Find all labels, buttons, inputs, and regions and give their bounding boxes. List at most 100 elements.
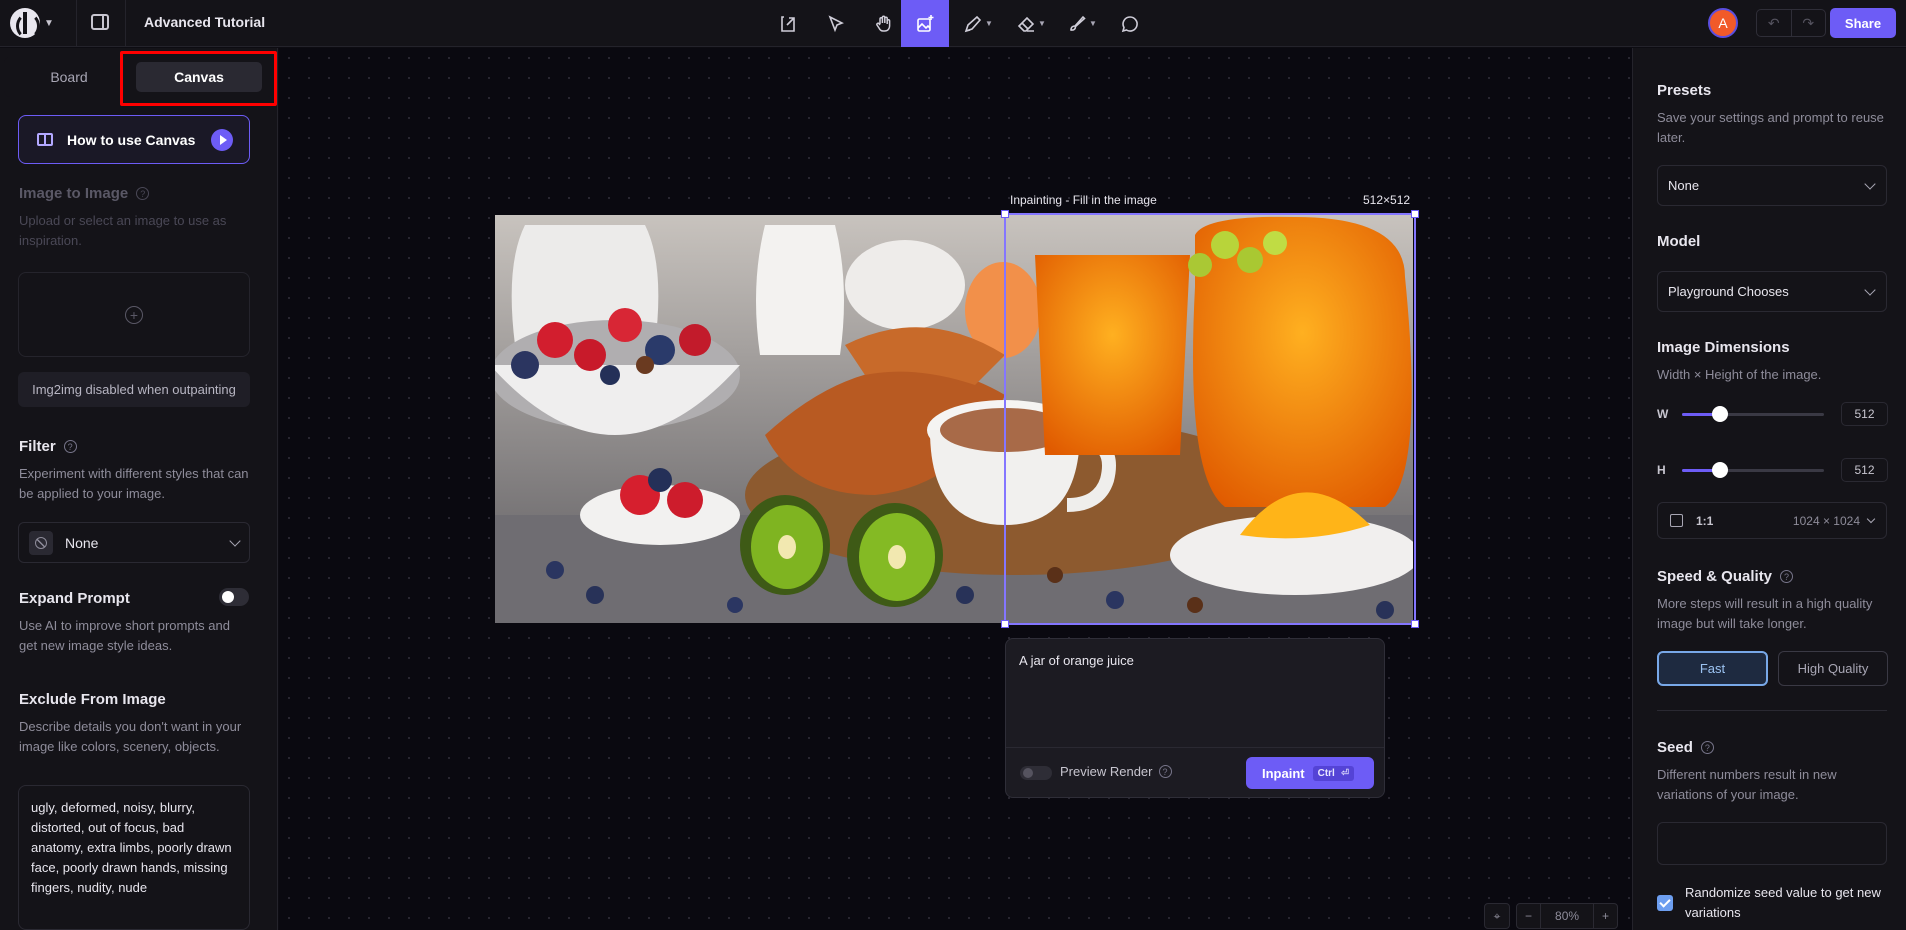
square-ratio-icon	[1670, 514, 1683, 527]
select-tool-button[interactable]	[816, 0, 856, 47]
image-upload-dropzone[interactable]: +	[18, 272, 250, 357]
chevron-down-icon	[1866, 514, 1876, 524]
redo-icon[interactable]: ↷	[1792, 10, 1826, 36]
resize-handle[interactable]	[1411, 620, 1419, 628]
seed-title: Seed ?	[1657, 739, 1714, 756]
exclude-desc: Describe details you don't want in your …	[19, 719, 242, 754]
high-quality-button[interactable]: High Quality	[1778, 651, 1888, 686]
chevron-down-icon: ▼	[44, 17, 54, 29]
recenter-button[interactable]: ⌖	[1484, 903, 1510, 929]
randomize-seed-checkbox[interactable]	[1657, 895, 1673, 911]
divider	[125, 0, 126, 47]
chevron-down-icon	[1864, 283, 1876, 296]
height-slider-handle[interactable]	[1712, 461, 1728, 478]
presets-value: None	[1668, 178, 1700, 193]
share-button[interactable]: Share	[1830, 8, 1896, 38]
speed-quality-title: Speed & Quality ?	[1657, 568, 1794, 585]
fast-quality-button[interactable]: Fast	[1657, 651, 1768, 686]
upload-icon	[781, 15, 795, 32]
logo-menu[interactable]: ▼	[10, 8, 62, 39]
ctrl-key: Ctrl	[1317, 767, 1335, 779]
image-to-image-title: Image to Image ?	[19, 185, 150, 202]
brush-tool-button[interactable]: ▼	[1060, 0, 1104, 47]
expand-prompt-toggle[interactable]	[219, 588, 249, 606]
image-to-image-desc: Upload or select an image to use as insp…	[19, 213, 227, 248]
eraser-icon	[1017, 16, 1035, 32]
width-value[interactable]: 512	[1841, 402, 1888, 426]
randomize-seed-label: Randomize seed value to get new variatio…	[1685, 885, 1881, 920]
generate-image-icon	[917, 14, 934, 32]
ratio-label: 1:1	[1696, 513, 1714, 528]
hand-tool-button[interactable]	[864, 0, 904, 47]
help-icon[interactable]: ?	[1700, 741, 1714, 754]
undo-redo-group: ↶ ↷	[1756, 9, 1826, 37]
help-icon[interactable]: ?	[1158, 765, 1172, 778]
presets-title: Presets	[1657, 82, 1712, 99]
logo-icon	[10, 8, 40, 39]
inpaint-selection-frame[interactable]	[1001, 210, 1419, 628]
enter-icon: ⏎	[1340, 767, 1350, 779]
right-sidebar: Presets Save your settings and prompt to…	[1632, 48, 1906, 930]
help-icon[interactable]: ?	[1780, 570, 1794, 583]
ban-icon	[29, 530, 53, 555]
exclude-label: Exclude From Image	[19, 691, 166, 708]
presets-select[interactable]: None	[1657, 165, 1887, 206]
keyboard-shortcut: Ctrl ⏎	[1312, 765, 1355, 781]
chevron-down-icon	[229, 534, 241, 547]
zoom-level: 80%	[1540, 904, 1595, 928]
upload-tool-button[interactable]	[768, 0, 808, 47]
width-slider[interactable]	[1682, 405, 1824, 422]
exclude-title: Exclude From Image	[19, 691, 166, 708]
width-slider-handle[interactable]	[1712, 405, 1728, 422]
prompt-footer: Preview Render ? Inpaint Ctrl ⏎	[1006, 747, 1384, 798]
how-to-use-canvas-button[interactable]: How to use Canvas	[18, 115, 250, 164]
zoom-in-button[interactable]: +	[1594, 904, 1617, 928]
height-value[interactable]: 512	[1841, 458, 1888, 482]
undo-icon[interactable]: ↶	[1757, 10, 1792, 36]
inpaint-button[interactable]: Inpaint Ctrl ⏎	[1246, 757, 1374, 789]
seed-input[interactable]	[1657, 822, 1887, 865]
help-icon[interactable]: ?	[63, 440, 77, 453]
speed-quality-label: Speed & Quality	[1657, 568, 1773, 585]
highlight-annotation	[120, 51, 277, 106]
pencil-tool-button[interactable]: ▼	[956, 0, 1000, 47]
chevron-down-icon: ▼	[1089, 19, 1097, 28]
resize-handle[interactable]	[1001, 210, 1009, 218]
top-bar: ▼ Advanced Tutorial ▼ ▼ ▼ A ↶ ↷ Share	[0, 0, 1906, 47]
randomize-seed-row: Randomize seed value to get new variatio…	[1657, 883, 1885, 923]
resize-handle[interactable]	[1001, 620, 1009, 628]
generate-tool-button[interactable]	[901, 0, 949, 47]
page-title: Advanced Tutorial	[144, 14, 266, 30]
zoom-out-button[interactable]: −	[1517, 904, 1540, 928]
help-icon[interactable]: ?	[136, 187, 150, 200]
tab-board[interactable]: Board	[4, 57, 134, 97]
model-select[interactable]: Playground Chooses	[1657, 271, 1887, 312]
expand-prompt-label: Expand Prompt	[19, 590, 130, 607]
comment-tool-button[interactable]	[1110, 0, 1150, 47]
preview-render-label: Preview Render ?	[1060, 764, 1172, 779]
hand-icon	[876, 15, 891, 32]
seed-desc: Different numbers result in new variatio…	[1657, 767, 1837, 802]
preview-render-toggle[interactable]	[1020, 766, 1052, 780]
model-value: Playground Chooses	[1668, 284, 1789, 299]
exclude-textarea[interactable]: ugly, deformed, noisy, blurry, distorted…	[18, 785, 250, 930]
dimensions-desc: Width × Height of the image.	[1657, 367, 1822, 382]
inpaint-label: Inpaint	[1262, 765, 1305, 781]
filter-value: None	[65, 534, 99, 551]
height-slider[interactable]	[1682, 461, 1824, 478]
filter-title: Filter ?	[19, 438, 77, 455]
prompt-input[interactable]: A jar of orange juice	[1019, 653, 1134, 668]
eraser-tool-button[interactable]: ▼	[1008, 0, 1054, 47]
dimensions-title: Image Dimensions	[1657, 339, 1790, 356]
add-circle-icon: +	[125, 305, 143, 324]
book-icon	[37, 133, 53, 146]
play-icon	[211, 129, 233, 151]
filter-select[interactable]: None	[18, 522, 250, 563]
crosshair-icon: ⌖	[1493, 908, 1501, 923]
aspect-ratio-select[interactable]: 1:1 1024 × 1024	[1657, 502, 1887, 539]
divider	[1657, 710, 1887, 711]
avatar[interactable]: A	[1708, 8, 1738, 38]
sidebar-toggle-icon[interactable]	[91, 14, 109, 30]
expand-prompt-desc: Use AI to improve short prompts and get …	[19, 618, 230, 653]
resize-handle[interactable]	[1411, 210, 1419, 218]
